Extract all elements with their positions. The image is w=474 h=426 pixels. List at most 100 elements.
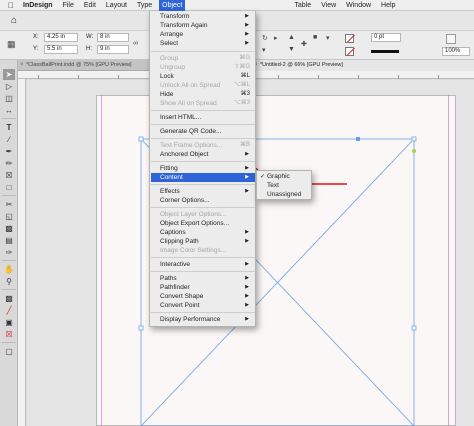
fill-dropdown-icon[interactable]: ▾ [326,34,330,42]
menu-item-paths[interactable]: Paths ▶ [151,274,255,283]
menu-app-name[interactable]: InDesign [23,0,53,11]
zoom-tool-icon[interactable]: ⚲ [3,276,15,287]
flip-vertical-icon[interactable]: ▾ [262,46,266,54]
menu-edit[interactable]: Edit [84,0,96,11]
menu-item-convert-point[interactable]: Convert Point ▶ [151,301,255,310]
constrain-proportions-icon[interactable]: ∞ [133,40,138,47]
menu-type[interactable]: Type [137,0,152,11]
menu-item-image-color-settings[interactable]: Image Color Settings... [151,246,255,255]
line-tool-icon[interactable]: ∕ [3,134,15,145]
note-tool-icon[interactable]: ▤ [3,235,15,246]
gap-tool-icon[interactable]: ↔ [3,105,15,116]
menu-item-effects[interactable]: Effects ▶ [151,187,255,196]
menu-item-label: Transform Again [160,22,208,29]
hand-tool-icon[interactable]: ✋ [3,264,15,275]
menu-item-insert-html[interactable]: Insert HTML... [151,113,255,122]
menu-layout[interactable]: Layout [106,0,127,11]
submenu-arrow-icon: ▶ [245,261,249,267]
menu-item-label: Transform [160,13,190,20]
menu-view[interactable]: View [321,0,336,11]
rectangle-frame-tool-icon[interactable]: ☒ [3,170,15,181]
submenu-item-text[interactable]: Text [258,182,311,190]
selection-tool-icon[interactable]: ➤ [3,69,15,80]
menu-item-interactive[interactable]: Interactive ▶ [151,260,255,269]
page-tool-icon[interactable]: ◫ [3,93,15,104]
menu-item-show-all[interactable]: Show All on Spread ⌥⌘3 [151,99,255,108]
screen-mode-icon[interactable]: ▢ [3,346,15,357]
menu-item-anchored-object[interactable]: Anchored Object ▶ [151,150,255,159]
apple-icon[interactable]:  [8,1,14,10]
menu-item-lock[interactable]: Lock ⌘L [151,72,255,81]
x-field[interactable]: 4.25 in [44,33,78,42]
apply-none-icon[interactable]: ☒ [3,329,15,340]
stroke-weight-field[interactable]: 0 pt [371,33,401,42]
scissors-tool-icon[interactable]: ✂ [3,199,15,210]
menu-item-ungroup[interactable]: Ungroup ⇧⌘G [151,63,255,72]
menu-item-arrange[interactable]: Arrange ▶ [151,30,255,39]
pen-tool-icon[interactable]: ✒ [3,146,15,157]
menu-item-fitting[interactable]: Fitting ▶ [151,164,255,173]
menu-item-text-frame-options[interactable]: Text Frame Options... ⌘B [151,141,255,150]
select-next-icon[interactable]: ✚ [301,40,307,48]
menu-table[interactable]: Table [294,0,311,11]
tab-untitled-2[interactable]: × *Untitled-2 @ 66% [GPU Preview] [252,60,474,71]
menu-item-convert-shape[interactable]: Convert Shape ▶ [151,292,255,301]
rotate-icon[interactable]: ↻ [262,34,268,42]
menu-window[interactable]: Window [346,0,371,11]
checkmark-icon: ✓ [260,174,266,180]
gradient-tool-icon[interactable]: ▩ [3,223,15,234]
menu-item-group[interactable]: Group ⌘G [151,54,255,63]
opacity-field[interactable]: 100% [442,47,470,56]
menu-item-unlock-all[interactable]: Unlock All on Spread ⌥⌘L [151,81,255,90]
select-container-icon[interactable]: ▲ [288,34,295,41]
menu-item-clipping-path[interactable]: Clipping Path ▶ [151,237,255,246]
menu-help[interactable]: Help [381,0,395,11]
y-field[interactable]: 5.5 in [44,45,78,54]
stroke-swatch[interactable] [345,47,354,56]
pencil-tool-icon[interactable]: ✏ [3,158,15,169]
submenu-arrow-icon: ▶ [245,284,249,290]
menu-item-select[interactable]: Select ▶ [151,39,255,48]
stroke-type-line[interactable] [371,50,399,53]
select-content-icon[interactable]: ▼ [288,46,295,53]
menu-item-label: Captions [160,229,186,236]
submenu-item-graphic[interactable]: ✓ Graphic [258,173,311,181]
close-icon[interactable]: × [20,60,24,71]
menu-item-transform[interactable]: Transform ▶ [151,12,255,21]
content-submenu: ✓ Graphic Text Unassigned [256,170,312,200]
vertical-ruler[interactable] [18,79,26,426]
default-colors-icon[interactable]: ▩ [3,293,15,304]
tab-classballprint[interactable]: × *ClassBallPrint.indd @ 75% [GPU Previe… [18,60,148,71]
menu-item-label: Effects [160,188,180,195]
submenu-item-unassigned[interactable]: Unassigned [258,191,311,199]
menu-item-transform-again[interactable]: Transform Again ▶ [151,21,255,30]
menu-item-captions[interactable]: Captions ▶ [151,228,255,237]
menu-item-hide[interactable]: Hide ⌘3 [151,90,255,99]
menu-item-display-performance[interactable]: Display Performance ▶ [151,315,255,324]
apply-color-icon[interactable]: ▣ [3,317,15,328]
fill-icon[interactable]: ■ [313,34,317,41]
fill-stroke-swatch-icon[interactable]: ╱ [3,305,15,316]
menu-item-label: Pathfinder [160,284,190,291]
frame-fitting-icon[interactable] [446,34,456,44]
h-field[interactable]: 9 in [97,45,129,54]
menu-object[interactable]: Object [159,0,186,11]
menu-item-label: Hide [160,91,174,98]
menu-item-pathfinder[interactable]: Pathfinder ▶ [151,283,255,292]
direct-selection-tool-icon[interactable]: ▷ [3,81,15,92]
reference-point-icon[interactable]: ▦ [7,39,16,50]
eyedropper-tool-icon[interactable]: ✑ [3,247,15,258]
menu-item-object-layer-options[interactable]: Object Layer Options... [151,210,255,219]
free-transform-tool-icon[interactable]: ◱ [3,211,15,222]
flip-horizontal-icon[interactable]: ▸ [274,34,278,42]
menu-item-corner-options[interactable]: Corner Options... [151,196,255,205]
rectangle-tool-icon[interactable]: □ [3,182,15,193]
home-icon[interactable]: ⌂ [11,15,17,26]
w-field[interactable]: 8 in [97,33,129,42]
menu-item-content[interactable]: Content ▶ [151,173,255,182]
type-tool-icon[interactable]: T [3,122,15,133]
menu-file[interactable]: File [63,0,74,11]
menu-item-object-export-options[interactable]: Object Export Options... [151,219,255,228]
menu-item-generate-qr[interactable]: Generate QR Code... [151,127,255,136]
fill-swatch[interactable] [345,34,354,43]
